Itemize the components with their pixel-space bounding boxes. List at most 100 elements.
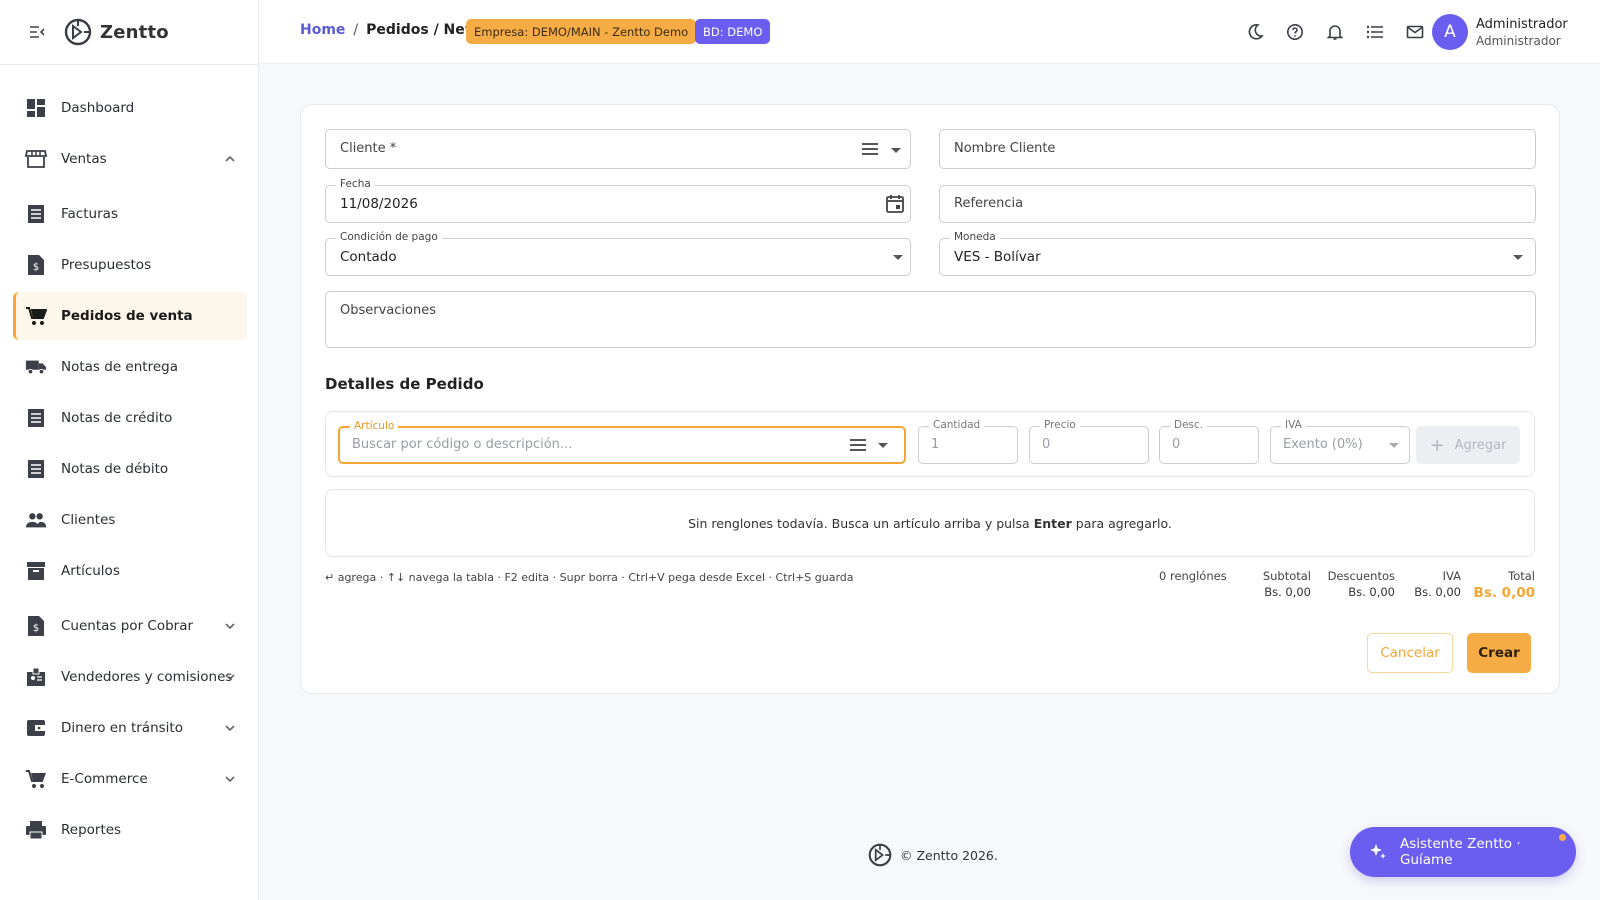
- bell-icon[interactable]: [1315, 20, 1355, 44]
- nombre-cliente-placeholder: Nombre Cliente: [954, 141, 1056, 156]
- truck-icon: [25, 356, 47, 378]
- sidebar-item-label: Ventas: [61, 151, 107, 167]
- iva-select[interactable]: IVA Exento (0%): [1270, 419, 1410, 464]
- sidebar-item-label: E-Commerce: [61, 771, 148, 787]
- cliente-select[interactable]: Cliente *: [325, 129, 911, 169]
- help-icon[interactable]: [1275, 20, 1315, 44]
- zentto-logo-icon: [868, 843, 892, 867]
- create-button[interactable]: Crear: [1467, 633, 1531, 673]
- moon-icon[interactable]: [1235, 20, 1275, 44]
- zentto-logo-icon: [64, 18, 92, 46]
- avatar[interactable]: A: [1432, 14, 1468, 50]
- detalles-title: Detalles de Pedido: [325, 375, 484, 393]
- sidebar-item-presupuestos[interactable]: $ Presupuestos: [13, 241, 247, 289]
- breadcrumb-separator: /: [353, 22, 359, 38]
- sparkle-icon: [1368, 842, 1388, 862]
- sidebar-item-notas-de-credito[interactable]: Notas de crédito: [13, 394, 247, 442]
- dropdown-arrow-icon[interactable]: [1389, 443, 1399, 448]
- precio-value: 0: [1042, 437, 1051, 452]
- sidebar-item-vendedores[interactable]: Vendedores y comisiones: [13, 653, 247, 701]
- cantidad-field[interactable]: Cantidad 1: [918, 419, 1018, 464]
- desc-field[interactable]: Desc. 0: [1159, 419, 1259, 464]
- assistant-button[interactable]: Asistente Zentto · Guíame: [1350, 827, 1576, 877]
- menu-collapse-icon[interactable]: [28, 23, 46, 41]
- descuentos-block: Descuentos Bs. 0,00: [1321, 569, 1395, 599]
- user-menu[interactable]: A Administrador Administrador: [1432, 14, 1568, 50]
- sidebar-item-e-commerce[interactable]: E-Commerce: [13, 755, 247, 803]
- sidebar-item-articulos[interactable]: Artículos: [13, 547, 247, 595]
- user-name: Administrador: [1476, 16, 1568, 32]
- referencia-field[interactable]: Referencia: [939, 185, 1536, 223]
- empty-lines-message: Sin renglones todavía. Busca un artículo…: [325, 489, 1535, 557]
- sidebar-item-label: Artículos: [61, 563, 120, 579]
- order-form-card: Cliente * Nombre Cliente Fecha 11/08/202…: [300, 104, 1560, 694]
- dropdown-arrow-icon[interactable]: [893, 255, 903, 260]
- agregar-label: Agregar: [1454, 437, 1507, 453]
- sidebar-item-clientes[interactable]: Clientes: [13, 496, 247, 544]
- observaciones-field[interactable]: Observaciones: [325, 291, 1536, 348]
- list-icon[interactable]: [1355, 20, 1395, 44]
- chevron-down-icon: [223, 619, 237, 633]
- breadcrumb: Home / Pedidos / New: [300, 22, 478, 38]
- referencia-placeholder: Referencia: [954, 196, 1024, 211]
- chevron-up-icon: [223, 152, 237, 166]
- bd-chip[interactable]: BD: DEMO: [695, 19, 771, 44]
- sidebar-item-label: Clientes: [61, 512, 116, 528]
- articulo-search[interactable]: Artículo Buscar por código o descripción…: [338, 420, 906, 464]
- nombre-cliente-field[interactable]: Nombre Cliente: [939, 129, 1536, 169]
- dropdown-arrow-icon[interactable]: [891, 148, 901, 153]
- cancel-button[interactable]: Cancelar: [1367, 633, 1453, 673]
- sidebar-item-notas-de-debito[interactable]: Notas de débito: [13, 445, 247, 493]
- moneda-select[interactable]: Moneda VES - Bolívar: [939, 231, 1536, 276]
- sidebar-item-label: Dashboard: [61, 100, 135, 116]
- empresa-chip[interactable]: Empresa: DEMO/MAIN - Zentto Demo: [466, 19, 697, 44]
- breadcrumb-home-link[interactable]: Home: [300, 22, 345, 38]
- sidebar-item-label: Pedidos de venta: [61, 308, 193, 324]
- cantidad-label: Cantidad: [929, 419, 985, 431]
- sidebar-item-label: Notas de crédito: [61, 410, 173, 426]
- condicion-pago-select[interactable]: Condición de pago Contado: [325, 231, 911, 276]
- sidebar-item-dinero-en-transito[interactable]: Dinero en tránsito: [13, 704, 247, 752]
- fecha-value: 11/08/2026: [340, 196, 418, 212]
- renglones-text: 0 renglónes: [1159, 569, 1227, 583]
- assistant-label: Asistente Zentto · Guíame: [1400, 836, 1521, 868]
- moneda-label: Moneda: [950, 231, 1000, 243]
- subtotal-value: Bs. 0,00: [1264, 585, 1311, 599]
- iva-total-label: IVA: [1442, 569, 1461, 583]
- mail-icon[interactable]: [1395, 20, 1435, 44]
- wallet-icon: [25, 717, 47, 739]
- agregar-button[interactable]: + Agregar: [1416, 426, 1520, 464]
- user-role: Administrador: [1476, 33, 1561, 48]
- sidebar-item-notas-de-entrega[interactable]: Notas de entrega: [13, 343, 247, 391]
- list-lookup-icon[interactable]: [862, 142, 880, 158]
- sidebar-item-label: Cuentas por Cobrar: [61, 618, 194, 634]
- sidebar-item-cuentas-por-cobrar[interactable]: $ Cuentas por Cobrar: [13, 602, 247, 650]
- list-lookup-icon[interactable]: [850, 438, 866, 456]
- observaciones-placeholder: Observaciones: [340, 303, 436, 318]
- dropdown-arrow-icon[interactable]: [878, 443, 888, 448]
- sidebar-item-ventas[interactable]: Ventas: [13, 135, 247, 183]
- sidebar-item-pedidos-de-venta[interactable]: Pedidos de venta: [13, 292, 247, 340]
- sidebar-item-reportes[interactable]: Reportes: [13, 806, 247, 854]
- calendar-icon[interactable]: [885, 194, 905, 218]
- sidebar-item-label: Notas de débito: [61, 461, 169, 477]
- moneda-value: VES - Bolívar: [954, 249, 1041, 265]
- sidebar-item-facturas[interactable]: Facturas: [13, 190, 247, 238]
- precio-field[interactable]: Precio 0: [1029, 419, 1149, 464]
- sidebar-item-label: Dinero en tránsito: [61, 720, 183, 736]
- dollar-document-icon: $: [25, 254, 47, 276]
- empty-message-text-end: para agregarlo.: [1075, 515, 1172, 531]
- total-value: Bs. 0,00: [1473, 585, 1535, 601]
- dropdown-arrow-icon[interactable]: [1513, 255, 1523, 260]
- top-header: Home / Pedidos / New Empresa: DEMO/MAIN …: [259, 0, 1600, 64]
- cantidad-value: 1: [931, 437, 940, 452]
- sidebar-item-dashboard[interactable]: Dashboard: [13, 84, 247, 132]
- sidebar-item-label: Notas de entrega: [61, 359, 178, 375]
- articulo-placeholder: Buscar por código o descripción...: [352, 437, 573, 452]
- fecha-field[interactable]: Fecha 11/08/2026: [325, 178, 911, 223]
- condicion-pago-value: Contado: [340, 249, 397, 265]
- dollar-document-icon: $: [25, 615, 47, 637]
- descuentos-value: Bs. 0,00: [1348, 585, 1395, 599]
- people-icon: [25, 509, 47, 531]
- svg-text:$: $: [33, 623, 39, 634]
